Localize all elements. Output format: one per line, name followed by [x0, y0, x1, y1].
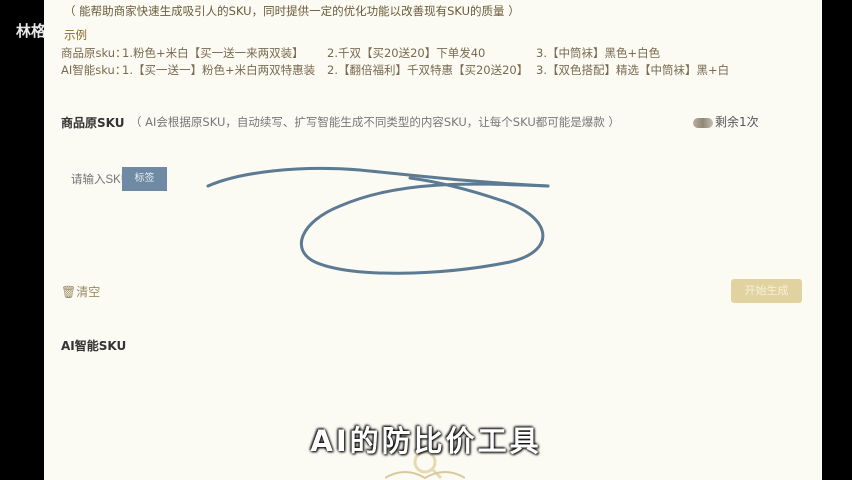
video-subtitle: AI的防比价工具: [310, 424, 542, 458]
annotation-scribble: [206, 166, 550, 275]
